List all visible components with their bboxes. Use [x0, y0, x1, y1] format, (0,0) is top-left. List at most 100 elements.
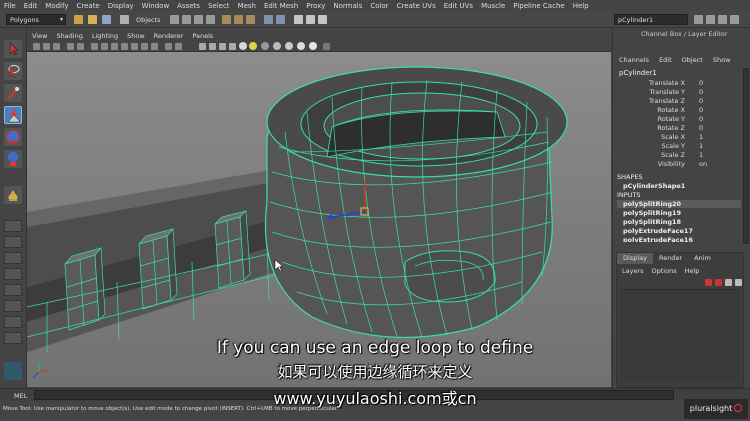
- select-joint-icon[interactable]: [182, 15, 191, 24]
- new-layer-from-selection-icon[interactable]: [715, 279, 722, 286]
- motion-blur-icon[interactable]: [285, 42, 293, 50]
- viewport-menu-lighting[interactable]: Lighting: [92, 32, 118, 40]
- menu-select[interactable]: Select: [208, 2, 230, 10]
- depth-of-field-icon[interactable]: [309, 42, 317, 50]
- attr-row[interactable]: Translate Z 0: [613, 97, 743, 106]
- menu-pipeline-cache[interactable]: Pipeline Cache: [513, 2, 564, 10]
- layout-four-button[interactable]: [4, 236, 22, 248]
- viewport-menu-show[interactable]: Show: [127, 32, 145, 40]
- menu-normals[interactable]: Normals: [333, 2, 362, 10]
- select-curve-icon[interactable]: [194, 15, 203, 24]
- multisample-aa-icon[interactable]: [297, 42, 305, 50]
- layout-outliner-button[interactable]: [4, 300, 22, 312]
- open-scene-icon[interactable]: [88, 15, 97, 24]
- viewport-menu-renderer[interactable]: Renderer: [154, 32, 184, 40]
- layout-side-by-side-button[interactable]: [4, 252, 22, 264]
- tool-settings-icon[interactable]: [718, 15, 727, 24]
- channel-box-menu-channels[interactable]: Channels: [619, 56, 649, 64]
- attr-value[interactable]: 0: [699, 106, 703, 114]
- menu-muscle[interactable]: Muscle: [481, 2, 505, 10]
- menu-create[interactable]: Create: [76, 2, 99, 10]
- attr-value[interactable]: 1: [699, 151, 703, 159]
- attr-row[interactable]: Visibility on: [613, 160, 743, 169]
- wireframe-on-shaded-icon[interactable]: [199, 43, 206, 50]
- menu-display[interactable]: Display: [108, 2, 134, 10]
- construction-history-icon[interactable]: [276, 15, 285, 24]
- rotate-tool-button[interactable]: [4, 128, 22, 146]
- safe-action-icon[interactable]: [141, 43, 148, 50]
- attr-row[interactable]: Rotate Y 0: [613, 115, 743, 124]
- layout-graph-editor-button[interactable]: [4, 316, 22, 328]
- attr-value[interactable]: 0: [699, 79, 703, 87]
- move-layer-down-icon[interactable]: [735, 279, 742, 286]
- render-settings-icon[interactable]: [318, 15, 327, 24]
- field-chart-icon[interactable]: [131, 43, 138, 50]
- snap-point-icon[interactable]: [246, 15, 255, 24]
- image-plane-icon[interactable]: [67, 43, 74, 50]
- render-frame-icon[interactable]: [294, 15, 303, 24]
- textured-icon[interactable]: [229, 43, 236, 50]
- input-node-item[interactable]: polyExtrudeFace17: [623, 227, 693, 235]
- layout-hypershade-button[interactable]: [4, 284, 22, 296]
- menu-edit-uvs[interactable]: Edit UVs: [444, 2, 473, 10]
- channel-box-menu-show[interactable]: Show: [713, 56, 731, 64]
- layout-single-button[interactable]: [4, 220, 22, 232]
- selection-mode-label[interactable]: Objects: [136, 16, 161, 24]
- wireframe-icon[interactable]: [165, 43, 172, 50]
- layer-menu-layers[interactable]: Layers: [622, 267, 644, 275]
- attr-value[interactable]: 1: [699, 142, 703, 150]
- grid-icon[interactable]: [91, 43, 98, 50]
- menu-help[interactable]: Help: [573, 2, 589, 10]
- viewport-menu-shading[interactable]: Shading: [56, 32, 82, 40]
- channel-box-icon[interactable]: [730, 15, 739, 24]
- attr-value[interactable]: 1: [699, 133, 703, 141]
- menu-modify[interactable]: Modify: [45, 2, 68, 10]
- safe-title-icon[interactable]: [151, 43, 158, 50]
- bookmark-icon[interactable]: [53, 43, 60, 50]
- shadows-icon[interactable]: [261, 42, 269, 50]
- menu-window[interactable]: Window: [142, 2, 170, 10]
- default-lighting-icon[interactable]: [239, 42, 247, 50]
- history-icon[interactable]: [264, 15, 273, 24]
- menu-color[interactable]: Color: [370, 2, 388, 10]
- attr-row[interactable]: Scale Z 1: [613, 151, 743, 160]
- attr-value[interactable]: 0: [699, 88, 703, 96]
- paint-select-tool-button[interactable]: [4, 84, 22, 102]
- perspective-viewport[interactable]: [27, 52, 611, 387]
- viewport-menu-panels[interactable]: Panels: [192, 32, 213, 40]
- menu-proxy[interactable]: Proxy: [306, 2, 325, 10]
- attribute-editor-icon[interactable]: [706, 15, 715, 24]
- scale-tool-button[interactable]: [4, 150, 22, 168]
- all-lights-icon[interactable]: [249, 42, 257, 50]
- move-layer-up-icon[interactable]: [725, 279, 732, 286]
- input-node-item[interactable]: polySplitRing18: [623, 218, 681, 226]
- attr-row[interactable]: Scale Y 1: [613, 142, 743, 151]
- name-field[interactable]: pCylinder1: [614, 14, 688, 25]
- channel-box-scrollbar[interactable]: [743, 68, 749, 244]
- shape-node-item[interactable]: pCylinderShape1: [623, 182, 685, 190]
- attr-row[interactable]: Rotate Z 0: [613, 124, 743, 133]
- channel-box-menu-object[interactable]: Object: [682, 56, 703, 64]
- layer-menu-help[interactable]: Help: [685, 267, 700, 275]
- snap-curve-icon[interactable]: [234, 15, 243, 24]
- layout-persp-graph-button[interactable]: [4, 268, 22, 280]
- viewport-menu-view[interactable]: View: [32, 32, 47, 40]
- channel-box-menu-edit[interactable]: Edit: [659, 56, 672, 64]
- film-gate-icon[interactable]: [101, 43, 108, 50]
- xray-joints-icon[interactable]: [219, 43, 226, 50]
- input-node-item[interactable]: polySplitRing19: [623, 209, 681, 217]
- screen-space-ao-icon[interactable]: [273, 42, 281, 50]
- attr-row[interactable]: Translate Y 0: [613, 88, 743, 97]
- resolution-gate-icon[interactable]: [111, 43, 118, 50]
- menu-create-uvs[interactable]: Create UVs: [397, 2, 436, 10]
- xray-icon[interactable]: [209, 43, 216, 50]
- menu-edit[interactable]: Edit: [24, 2, 38, 10]
- last-tool-button[interactable]: [4, 186, 22, 204]
- select-surface-icon[interactable]: [206, 15, 215, 24]
- menu-file[interactable]: File: [4, 2, 16, 10]
- menu-edit-mesh[interactable]: Edit Mesh: [264, 2, 298, 10]
- input-node-item[interactable]: polySplitRing20: [617, 200, 741, 208]
- tab-anim[interactable]: Anim: [688, 253, 717, 264]
- isolate-select-icon[interactable]: [323, 43, 330, 50]
- camera-select-icon[interactable]: [33, 43, 40, 50]
